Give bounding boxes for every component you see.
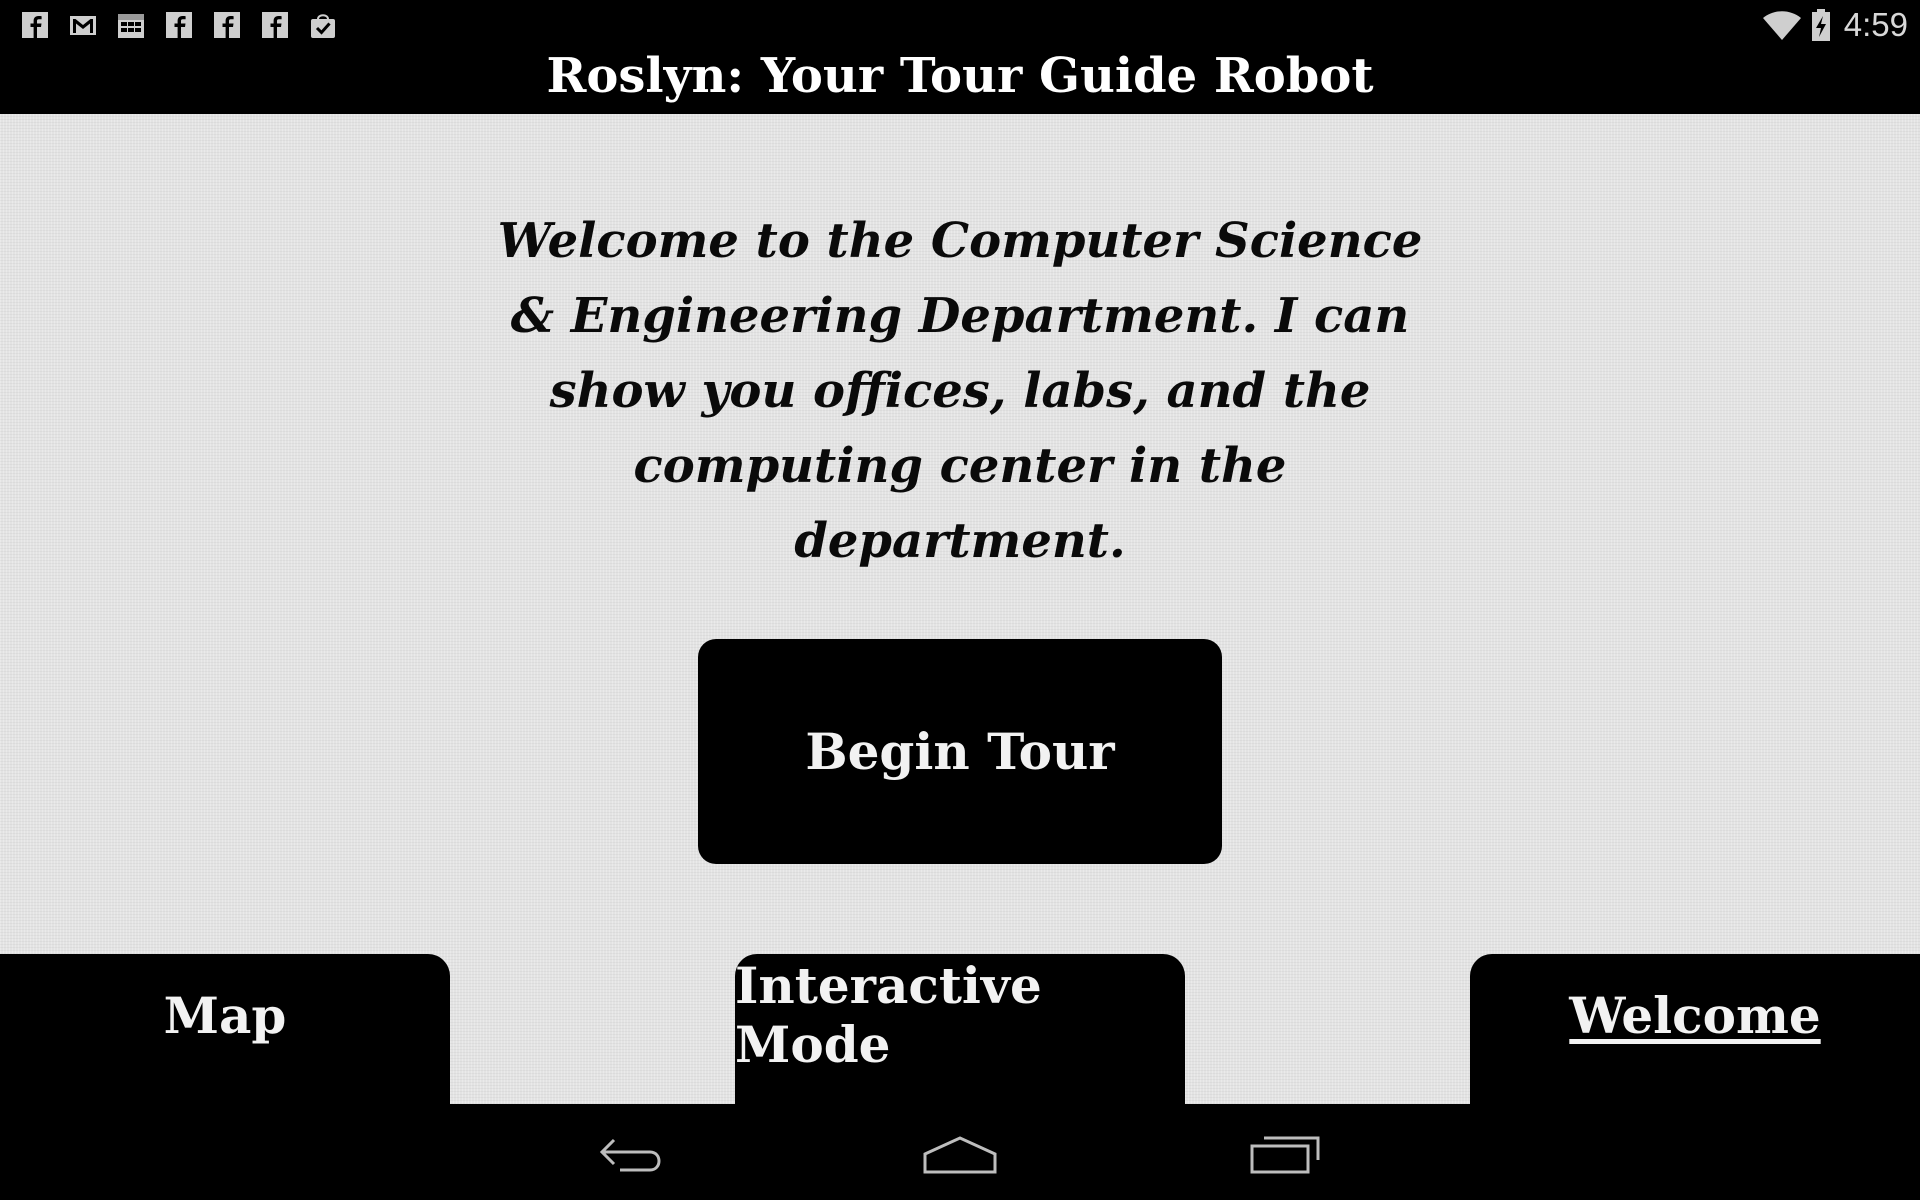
gmail-icon xyxy=(70,16,96,35)
clock: 4:59 xyxy=(1843,6,1908,43)
wifi-icon xyxy=(1762,11,1801,40)
facebook-icon xyxy=(22,12,48,38)
action-bar: Roslyn: Your Tour Guide Robot xyxy=(0,50,1920,114)
home-icon[interactable] xyxy=(915,1128,1005,1178)
facebook-icon xyxy=(262,12,288,38)
tab-interactive-mode-label: Interactive Mode xyxy=(735,956,1042,1074)
tab-welcome-label: Welcome xyxy=(1569,985,1821,1045)
system-icons: 4:59 xyxy=(1762,6,1908,44)
facebook-icon xyxy=(166,12,192,38)
back-icon[interactable] xyxy=(590,1128,680,1178)
begin-tour-button[interactable]: Begin Tour xyxy=(698,639,1222,864)
begin-tour-label: Begin Tour xyxy=(805,722,1115,781)
tab-welcome[interactable]: Welcome xyxy=(1470,954,1920,1104)
facebook-icon xyxy=(214,12,240,38)
play-store-icon xyxy=(311,14,335,38)
main-content: Welcome to the Computer Science & Engine… xyxy=(0,114,1920,1104)
calendar-icon xyxy=(118,14,144,38)
app-title: Roslyn: Your Tour Guide Robot xyxy=(546,48,1374,104)
tab-map-label: Map xyxy=(163,985,287,1045)
status-bar: 4:59 xyxy=(0,0,1920,50)
tab-map[interactable]: Map xyxy=(0,954,450,1104)
navigation-bar xyxy=(0,1104,1920,1200)
screen: 4:59 Roslyn: Your Tour Guide Robot Welco… xyxy=(0,0,1920,1200)
recent-apps-icon[interactable] xyxy=(1240,1128,1330,1178)
tab-interactive-mode[interactable]: Interactive Mode xyxy=(735,954,1185,1104)
notification-icons xyxy=(20,10,338,40)
battery-charging-icon xyxy=(1811,9,1830,41)
welcome-message: Welcome to the Computer Science & Engine… xyxy=(497,213,1423,569)
